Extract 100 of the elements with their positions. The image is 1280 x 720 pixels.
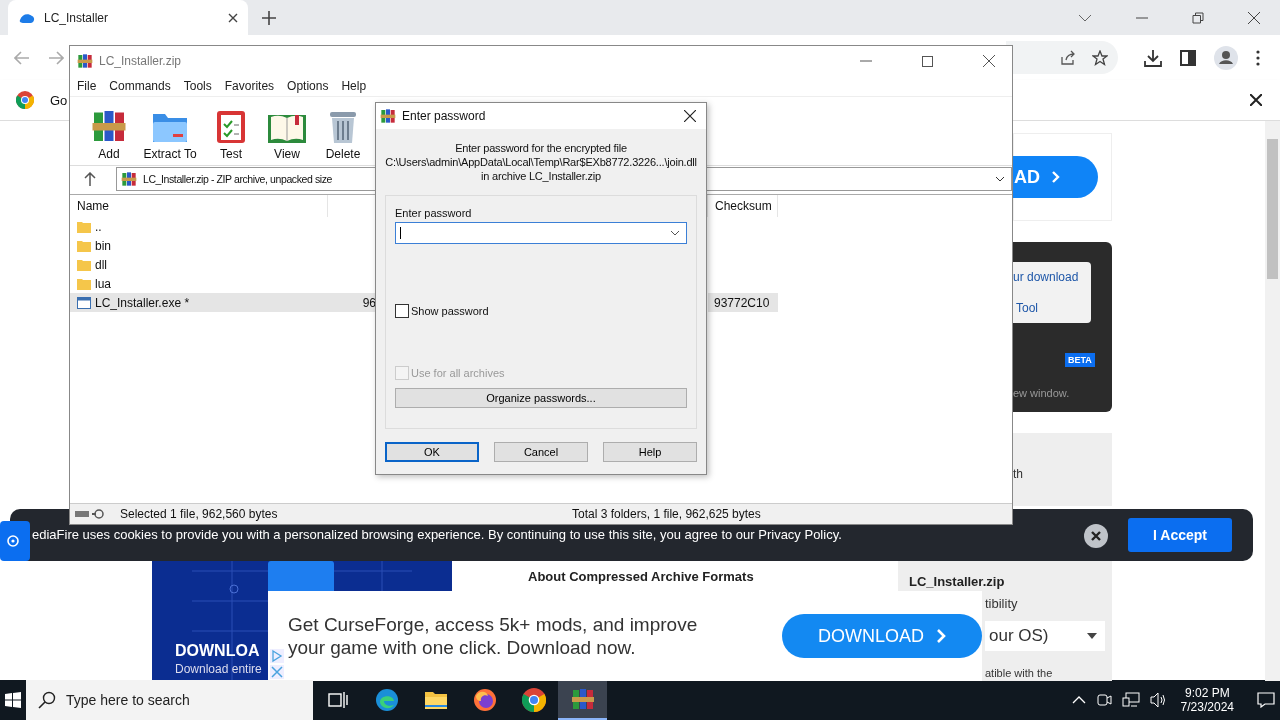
chevron-down-icon[interactable] (670, 230, 680, 236)
close-icon[interactable] (1248, 11, 1260, 24)
search-icon (38, 691, 56, 709)
caret-icon (1087, 633, 1097, 639)
toolbar-button[interactable]: Add (84, 101, 134, 161)
file-name: LC_Installer.exe * (95, 295, 190, 310)
dialog-title: Enter password (402, 109, 486, 123)
file-row[interactable]: lua (70, 274, 1012, 293)
file-name: lua (95, 276, 111, 291)
up-arrow-icon[interactable] (84, 172, 96, 186)
beta-badge: BETA (1065, 353, 1095, 367)
promo-text: Download entire (175, 662, 262, 676)
close-icon[interactable] (983, 55, 995, 67)
menu-icon[interactable] (1256, 49, 1260, 66)
menu-item[interactable]: Help (341, 79, 367, 93)
download-button[interactable]: DOWNLOAD (782, 614, 982, 658)
infobar-text: Go (50, 92, 68, 108)
status-text: Selected 1 file, 962,560 bytes (120, 507, 279, 521)
tool-link[interactable]: Tool (1016, 301, 1038, 315)
toolbar-button[interactable]: Extract To (140, 101, 200, 161)
download-icon[interactable] (1144, 48, 1162, 67)
dialog-button[interactable]: Cancel (494, 442, 588, 462)
os-select[interactable]: our OS) (985, 621, 1105, 651)
tab-title: LC_Installer (44, 10, 110, 25)
file-name: bin (95, 238, 111, 253)
password-field[interactable] (395, 222, 687, 244)
organize-button[interactable]: Organize passwords... (395, 388, 687, 408)
column-header[interactable]: Checksum (708, 195, 778, 217)
clock-time[interactable]: 9:02 PM (1184, 686, 1230, 700)
scrollbar[interactable] (1265, 121, 1280, 681)
taskbar-app[interactable] (558, 680, 607, 720)
accept-button[interactable]: I Accept (1128, 518, 1232, 552)
download-link[interactable]: ur download (1013, 270, 1079, 284)
menu-item[interactable]: Options (287, 79, 329, 93)
books-icon (121, 171, 137, 187)
dialog-message: in archive LC_Installer.zip (481, 169, 601, 183)
browser-tab[interactable]: LC_Installer (8, 0, 248, 35)
checkbox[interactable] (395, 304, 409, 318)
books-icon (77, 53, 93, 69)
firefox-icon (472, 688, 497, 712)
file-row[interactable]: bin (70, 236, 1012, 255)
promo-title: DOWNLOA (175, 642, 260, 660)
address-bar[interactable] (1006, 41, 1118, 74)
speaker-icon[interactable] (1149, 692, 1168, 708)
books-icon (570, 687, 595, 711)
chevron-down-icon (995, 176, 1005, 182)
close-icon[interactable] (1084, 524, 1108, 548)
settings-icon[interactable] (0, 521, 30, 561)
close-icon[interactable] (228, 12, 238, 23)
dialog-button[interactable]: Help (603, 442, 697, 462)
dialog-message: C:\Users\admin\AppData\Local\Temp\Rar$EXb8772.3226...\join.dll (385, 155, 697, 169)
column-header[interactable]: Name (70, 195, 328, 217)
exe-icon (77, 296, 91, 309)
dialog-button[interactable]: OK (385, 442, 479, 462)
book-icon (267, 112, 307, 144)
notification-icon[interactable] (1257, 692, 1275, 708)
menu-item[interactable]: Favorites (224, 79, 275, 93)
sidebar-note: atible with the (985, 667, 1053, 679)
toolbar-button[interactable]: View (262, 101, 312, 161)
books-icon (380, 108, 396, 124)
network-icon[interactable] (1121, 692, 1140, 708)
windows-icon[interactable] (5, 692, 21, 708)
download-button[interactable]: AD (1013, 156, 1098, 198)
toolbar-button[interactable]: Test (206, 101, 256, 161)
text-fragment: th (1013, 467, 1023, 481)
folder-icon (77, 239, 91, 252)
field-label: Enter password (395, 207, 473, 219)
sidebar-icon[interactable] (1180, 49, 1196, 66)
maximize-icon[interactable] (922, 55, 933, 67)
toolbar-button[interactable]: Delete (318, 101, 368, 161)
file-row[interactable]: .. (70, 217, 1012, 236)
menu-item[interactable]: Commands (109, 79, 171, 93)
folder-icon (77, 277, 91, 290)
chrome-icon (521, 688, 546, 712)
star-icon[interactable] (1092, 49, 1108, 66)
chrome-icon (16, 91, 34, 109)
share-icon[interactable] (1060, 49, 1076, 66)
close-icon[interactable] (1250, 94, 1262, 106)
avatar-icon[interactable] (1214, 45, 1238, 70)
restore-icon[interactable] (1192, 11, 1204, 24)
sidebar-title: LC_Installer.zip (909, 574, 1005, 589)
search-field[interactable]: Type here to search (26, 680, 313, 720)
menu-item[interactable]: File (77, 79, 97, 93)
close-icon[interactable] (684, 110, 696, 122)
window-title: LC_Installer.zip (99, 54, 182, 68)
menu-item[interactable]: Tools (183, 79, 212, 93)
checkbox-label: Use for all archives (411, 367, 505, 379)
sidebar-label: tibility (985, 596, 1018, 611)
file-name: .. (95, 219, 102, 234)
file-size: 96 (362, 295, 376, 310)
file-checksum: 93772C10 (714, 295, 770, 310)
chevron-up-icon[interactable] (1071, 696, 1086, 704)
folder-icon (77, 220, 91, 233)
plus-icon[interactable] (262, 10, 276, 25)
file-row[interactable]: dll (70, 255, 1012, 274)
chevron-down-icon[interactable] (1078, 13, 1092, 22)
task-view-icon (327, 691, 348, 709)
clock-date[interactable]: 7/23/2024 (1180, 700, 1234, 714)
chevron-right-icon (936, 629, 946, 643)
camera-icon[interactable] (1095, 692, 1112, 708)
